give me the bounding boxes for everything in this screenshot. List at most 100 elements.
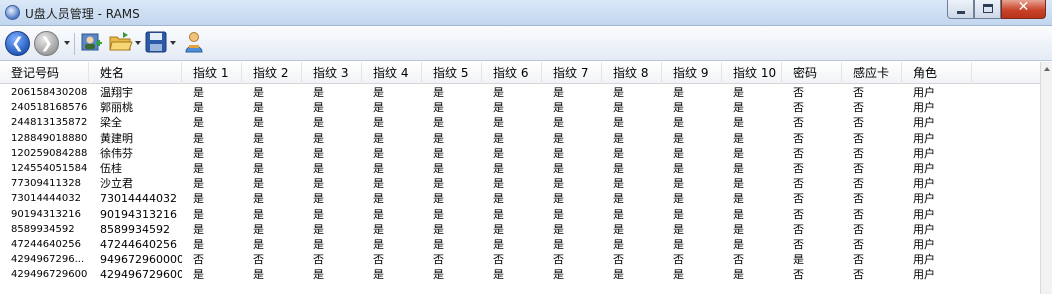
column-header-fp2[interactable]: 指纹 2 <box>242 62 302 84</box>
cell-fp5: 是 <box>433 116 444 130</box>
cell-fp9: 是 <box>673 101 684 115</box>
cell-fp1: 是 <box>193 146 204 160</box>
cell-fp8: 是 <box>613 207 624 221</box>
cell-password: 否 <box>793 131 804 145</box>
column-header-fp3[interactable]: 指纹 3 <box>302 62 362 84</box>
cell-fp10: 是 <box>733 116 744 130</box>
column-header-fp6[interactable]: 指纹 6 <box>482 62 542 84</box>
cell-fp6: 是 <box>493 146 504 160</box>
cell-fp1: 是 <box>193 161 204 175</box>
column-header-role[interactable]: 角色 <box>902 62 972 84</box>
table-row[interactable]: 120259084288 徐伟芬 是 是 是 是 是 是 是 是 是 是 否 否 用户 <box>0 146 1040 161</box>
cell-fp10: 是 <box>733 207 744 221</box>
cell-card: 否 <box>853 253 864 267</box>
column-header-fp10[interactable]: 指纹 10 <box>722 62 782 84</box>
column-header-fp4[interactable]: 指纹 4 <box>362 62 422 84</box>
cell-password: 否 <box>793 268 804 282</box>
table-row[interactable]: 240518168576 郭丽桃 是 是 是 是 是 是 是 是 是 是 否 否 用户 <box>0 100 1040 115</box>
cell-fp6: 否 <box>493 253 504 267</box>
table-row[interactable]: 128849018880 黄建明 是 是 是 是 是 是 是 是 是 是 否 否 用户 <box>0 131 1040 146</box>
table-row[interactable]: 90194313216 90194313216 是 是 是 是 是 是 是 是 是 是 否 否 用户 <box>0 207 1040 222</box>
cell-fp8: 是 <box>613 86 624 99</box>
cell-fp3: 是 <box>313 146 324 160</box>
cell-fp5: 是 <box>433 177 444 191</box>
table-row[interactable]: 429496729600 429496729600 是 是 是 是 是 是 是 是 是 是 否 否 用户 <box>0 267 1040 282</box>
column-header-fp8[interactable]: 指纹 8 <box>602 62 662 84</box>
cell-password: 否 <box>793 161 804 175</box>
table-row[interactable]: 206158430208 温翔宇 是 是 是 是 是 是 是 是 是 是 否 否 用户 <box>0 85 1040 100</box>
cell-fp7: 是 <box>553 161 564 175</box>
forward-dropdown-arrow[interactable] <box>64 41 70 45</box>
column-header-fp1[interactable]: 指纹 1 <box>182 62 242 84</box>
minimize-icon <box>957 11 965 14</box>
person-button[interactable] <box>184 31 204 53</box>
cell-fp7: 是 <box>553 177 564 191</box>
cell-card: 否 <box>853 237 864 251</box>
table-row[interactable]: 244813135872 梁全 是 是 是 是 是 是 是 是 是 是 否 否 用户 <box>0 115 1040 130</box>
cell-fp6: 是 <box>493 101 504 115</box>
table-row[interactable]: 4294967296... 949672960000 否 否 否 否 否 否 否 否 否 否 是 否 用户 <box>0 252 1040 267</box>
cell-fp10: 是 <box>733 86 744 99</box>
cell-fp2: 是 <box>253 192 264 206</box>
cell-fp1: 是 <box>193 207 204 221</box>
cell-fp4: 是 <box>373 86 384 99</box>
column-header-password[interactable]: 密码 <box>782 62 842 84</box>
column-header-name[interactable]: 姓名 <box>89 62 182 84</box>
cell-fp2: 是 <box>253 177 264 191</box>
cell-fp10: 是 <box>733 101 744 115</box>
cell-password: 否 <box>793 177 804 191</box>
table-row[interactable]: 77309411328 沙立君 是 是 是 是 是 是 是 是 是 是 否 否 用户 <box>0 176 1040 191</box>
column-header-reg-no[interactable]: 登记号码 <box>0 62 89 84</box>
column-header-fp5[interactable]: 指纹 5 <box>422 62 482 84</box>
open-folder-button[interactable] <box>109 31 133 53</box>
back-button[interactable]: ❮ <box>5 31 30 56</box>
open-dropdown-arrow[interactable] <box>135 41 141 45</box>
column-header-fp9[interactable]: 指纹 9 <box>662 62 722 84</box>
cell-fp5: 是 <box>433 161 444 175</box>
window-title: U盘人员管理 - RAMS <box>25 7 140 21</box>
minimize-button[interactable] <box>947 0 974 19</box>
table-row[interactable]: 73014444032 73014444032 是 是 是 是 是 是 是 是 是 是 否 否 用户 <box>0 191 1040 206</box>
cell-reg-no: 77309411328 <box>11 178 81 190</box>
column-header-card[interactable]: 感应卡 <box>842 62 902 84</box>
cell-fp3: 否 <box>313 253 324 267</box>
cell-card: 否 <box>853 86 864 99</box>
cell-fp9: 是 <box>673 131 684 145</box>
column-header-fp7[interactable]: 指纹 7 <box>542 62 602 84</box>
cell-fp2: 是 <box>253 116 264 130</box>
close-button[interactable]: ✕ <box>1001 0 1046 19</box>
cell-reg-no: 124554051584 <box>11 162 88 174</box>
cell-reg-no: 4294967296... <box>11 254 85 266</box>
cell-fp5: 是 <box>433 237 444 251</box>
cell-card: 否 <box>853 177 864 191</box>
cell-fp7: 是 <box>553 268 564 282</box>
cell-password: 否 <box>793 192 804 206</box>
cell-fp9: 是 <box>673 237 684 251</box>
user-table: 登记号码 姓名 指纹 1 指纹 2 指纹 3 指纹 4 指纹 5 指纹 6 指纹 7 指纹 8 指纹… <box>0 62 1040 294</box>
cell-password: 否 <box>793 86 804 99</box>
table-row[interactable]: 8589934592 8589934592 是 是 是 是 是 是 是 是 是 是 否 否 用户 <box>0 222 1040 237</box>
scroll-up-icon[interactable] <box>1044 67 1050 71</box>
window-controls: ✕ <box>947 0 1046 19</box>
save-dropdown-arrow[interactable] <box>170 41 176 45</box>
cell-card: 否 <box>853 268 864 282</box>
save-button[interactable] <box>145 31 167 53</box>
cell-fp3: 是 <box>313 177 324 191</box>
cell-role: 用户 <box>913 207 935 221</box>
forward-button[interactable]: ❯ <box>34 31 59 56</box>
vertical-scrollbar[interactable] <box>1040 62 1052 294</box>
cell-fp3: 是 <box>313 237 324 251</box>
cell-fp8: 是 <box>613 268 624 282</box>
cell-reg-no: 240518168576 <box>11 102 88 114</box>
cell-card: 否 <box>853 146 864 160</box>
table-row[interactable]: 124554051584 伍桂 是 是 是 是 是 是 是 是 是 是 否 否 用户 <box>0 161 1040 176</box>
cell-fp4: 是 <box>373 101 384 115</box>
maximize-button[interactable] <box>974 0 1001 19</box>
cell-fp10: 否 <box>733 253 744 267</box>
cell-fp1: 是 <box>193 116 204 130</box>
table-row[interactable]: 47244640256 47244640256 是 是 是 是 是 是 是 是 是 是 否 否 用户 <box>0 237 1040 252</box>
cell-card: 否 <box>853 161 864 175</box>
cell-password: 否 <box>793 222 804 236</box>
user-add-button[interactable] <box>81 31 103 53</box>
cell-fp9: 是 <box>673 161 684 175</box>
